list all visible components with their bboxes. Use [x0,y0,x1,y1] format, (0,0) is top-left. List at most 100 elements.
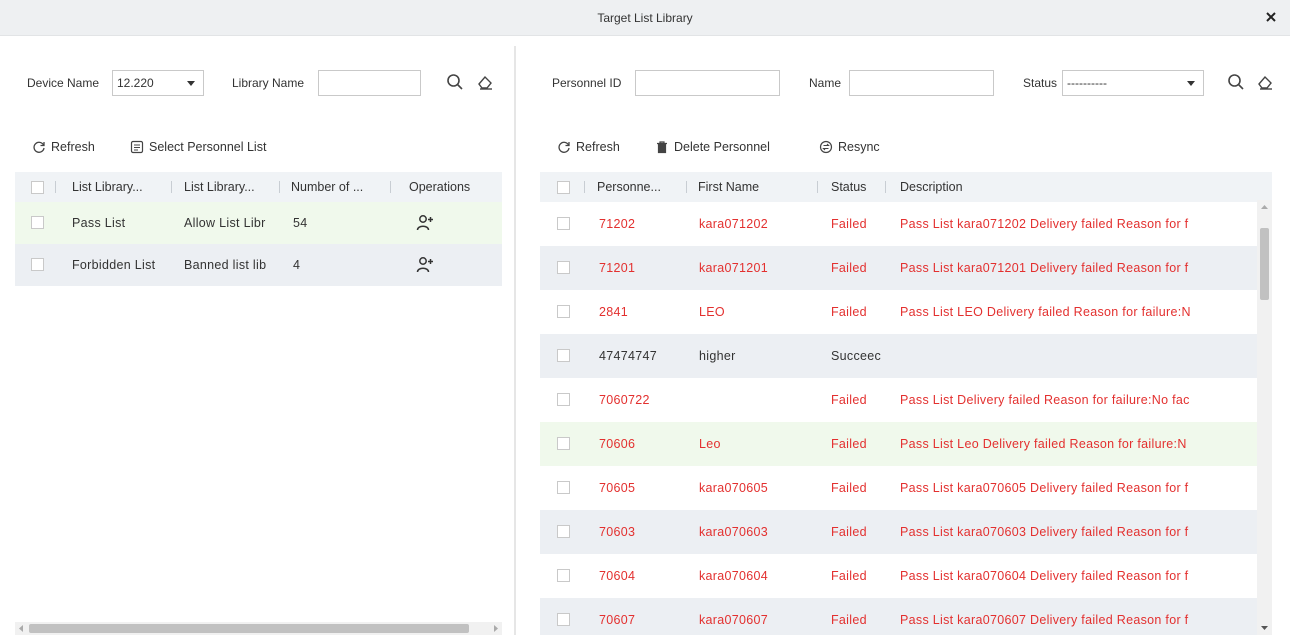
list-name-cell: Pass List [72,216,126,230]
row-checkbox[interactable] [557,393,570,406]
device-name-select[interactable]: 12.220 [112,70,204,96]
resync-button[interactable]: Resync [819,140,880,154]
column-header[interactable]: Personne... [597,172,687,202]
status-cell: Failed [831,613,867,627]
table-row[interactable]: 70606 Leo Failed Pass List Leo Delivery fai… [540,422,1272,466]
personnel-id-cell: 70604 [599,569,636,583]
dialog-titlebar: Target List Library [0,0,1290,36]
first-name-cell: kara070603 [699,525,769,539]
row-checkbox[interactable] [557,525,570,538]
name-label: Name [809,76,842,90]
list-type-cell: Banned list lib [184,258,267,272]
table-row[interactable]: 7060722 Failed Pass List Delivery failed R… [540,378,1272,422]
status-select[interactable]: ---------- [1062,70,1204,96]
right-refresh-button[interactable]: Refresh [557,140,620,154]
scroll-left-icon[interactable] [18,625,24,632]
select-all-checkbox[interactable] [31,181,44,194]
left-refresh-button[interactable]: Refresh [32,140,95,154]
scrollbar-thumb[interactable] [29,624,469,633]
table-row[interactable]: 70603 kara070603 Failed Pass List kara07060… [540,510,1272,554]
table-row[interactable]: Pass List Allow List Libr 54 [15,202,502,244]
personnel-table: Personne... First Name Status Descriptio… [540,172,1272,635]
status-cell: Succeec [831,349,882,363]
column-header[interactable]: Operations [409,172,499,202]
personnel-id-cell: 7060722 [599,393,650,407]
resync-icon [819,140,833,154]
status-cell: Failed [831,393,867,407]
scroll-down-icon[interactable] [1261,625,1268,631]
name-input[interactable] [849,70,994,96]
row-checkbox[interactable] [31,258,44,271]
panel-divider[interactable] [514,46,516,635]
eraser-icon[interactable] [1256,73,1274,91]
first-name-cell: kara070604 [699,569,769,583]
first-name-cell: kara071202 [699,217,769,231]
first-name-cell: kara070607 [699,613,769,627]
column-header[interactable]: Description [900,172,1100,202]
description-cell: Pass List kara071202 Delivery failed Rea… [900,217,1189,231]
column-header[interactable]: First Name [698,172,818,202]
chevron-down-icon [1187,81,1195,86]
status-cell: Failed [831,569,867,583]
table-row[interactable]: 71201 kara071201 Failed Pass List kara07120… [540,246,1272,290]
column-separator [584,181,585,193]
list-type-cell: Allow List Libr [184,216,266,230]
device-name-value: 12.220 [117,76,154,90]
row-checkbox[interactable] [557,349,570,362]
row-checkbox[interactable] [557,305,570,318]
eraser-icon[interactable] [476,73,494,91]
select-personnel-list-label: Select Personnel List [149,140,267,154]
row-checkbox[interactable] [557,217,570,230]
scroll-right-icon[interactable] [493,625,499,632]
vertical-scrollbar[interactable] [1257,200,1272,635]
row-checkbox[interactable] [31,216,44,229]
table-row[interactable]: 70604 kara070604 Failed Pass List kara07060… [540,554,1272,598]
row-checkbox[interactable] [557,569,570,582]
count-cell: 54 [293,216,308,230]
select-all-checkbox[interactable] [557,181,570,194]
description-cell: Pass List kara070605 Delivery failed Rea… [900,481,1189,495]
refresh-label: Refresh [576,140,620,154]
personnel-id-cell: 71201 [599,261,636,275]
column-separator [55,181,56,193]
row-checkbox[interactable] [557,261,570,274]
column-header[interactable]: List Library... [72,172,172,202]
dialog-title: Target List Library [597,11,693,25]
first-name-cell: kara070605 [699,481,769,495]
personnel-id-cell: 70605 [599,481,636,495]
select-personnel-list-button[interactable]: Select Personnel List [130,140,266,154]
close-icon[interactable] [1262,8,1280,26]
scroll-up-icon[interactable] [1261,204,1268,210]
column-header[interactable]: Status [831,172,891,202]
personnel-table-header: Personne... First Name Status Descriptio… [540,172,1272,202]
personnel-id-cell: 71202 [599,217,636,231]
status-cell: Failed [831,525,867,539]
add-person-icon[interactable] [416,256,434,274]
description-cell: Pass List kara071201 Delivery failed Rea… [900,261,1189,275]
horizontal-scrollbar[interactable] [15,622,502,635]
add-person-icon[interactable] [416,214,434,232]
personnel-id-label: Personnel ID [552,76,622,90]
row-checkbox[interactable] [557,437,570,450]
row-checkbox[interactable] [557,481,570,494]
scrollbar-thumb[interactable] [1260,228,1269,300]
library-name-input[interactable] [318,70,421,96]
table-row[interactable]: 70607 kara070607 Failed Pass List kara07060… [540,598,1272,635]
personnel-id-cell: 70606 [599,437,636,451]
search-icon[interactable] [446,73,464,91]
row-checkbox[interactable] [557,613,570,626]
table-row[interactable]: Forbidden List Banned list lib 4 [15,244,502,286]
personnel-id-input[interactable] [635,70,780,96]
table-row[interactable]: 71202 kara071202 Failed Pass List kara07120… [540,202,1272,246]
search-icon[interactable] [1227,73,1245,91]
delete-personnel-button[interactable]: Delete Personnel [655,140,770,154]
table-row[interactable]: 47474747 higher Succeec [540,334,1272,378]
first-name-cell: Leo [699,437,721,451]
status-cell: Failed [831,305,867,319]
column-separator [686,181,687,193]
status-label: Status [1023,76,1058,90]
column-header[interactable]: Number of ... [291,172,391,202]
table-row[interactable]: 2841 LEO Failed Pass List LEO Delivery fail… [540,290,1272,334]
column-header[interactable]: List Library... [184,172,280,202]
table-row[interactable]: 70605 kara070605 Failed Pass List kara07060… [540,466,1272,510]
